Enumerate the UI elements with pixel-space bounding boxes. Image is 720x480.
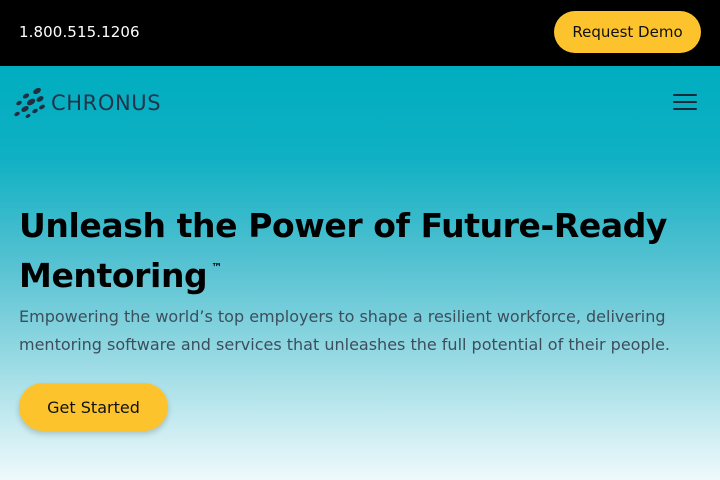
hero-subtext: Empowering the world’s top employers to …	[19, 307, 670, 354]
hero-headline: Unleash the Power of Future-Ready Mentor…	[19, 205, 699, 297]
hero-section: CHRONUS Unleash the Power of Future-Read…	[0, 66, 720, 480]
request-demo-button[interactable]: Request Demo	[554, 11, 701, 53]
trademark-symbol: ™	[211, 261, 223, 274]
chronus-logo-mark-icon	[14, 87, 45, 118]
chronus-logo[interactable]: CHRONUS	[13, 87, 161, 119]
headline-text: Unleash the Power of Future-Ready Mentor…	[19, 206, 668, 295]
get-started-button[interactable]: Get Started	[19, 383, 168, 431]
top-bar: 1.800.515.1206 Request Demo	[0, 0, 720, 66]
hamburger-menu-icon[interactable]	[672, 91, 698, 113]
logo-wordmark: CHRONUS	[51, 91, 162, 115]
phone-number[interactable]: 1.800.515.1206	[19, 23, 140, 41]
